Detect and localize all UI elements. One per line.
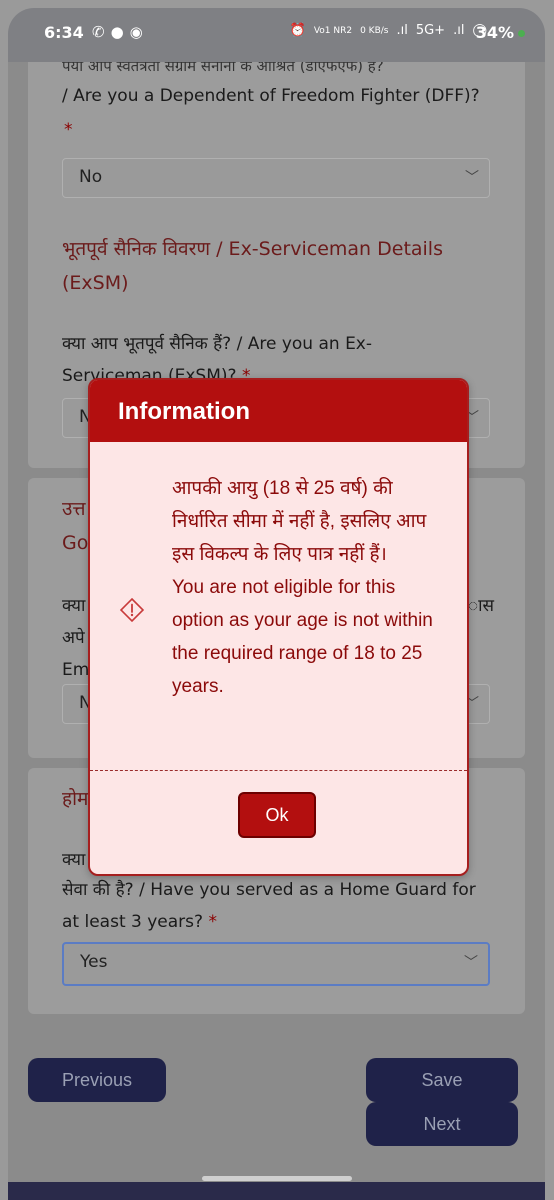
whatsapp-icon: ✆ — [92, 23, 111, 41]
exsm-question-line1: क्या आप भूतपूर्व सैनिक हैं? / Are you an… — [62, 334, 373, 354]
gov-title-line2: Go — [62, 532, 89, 554]
home-guard-question-line3: at least 3 years? * — [62, 912, 217, 932]
status-bar: 6:34 ✆●◉ ⏰ Vo1 NR2 0 KB/s .ıl 5G+ .ıl ◯ … — [8, 8, 545, 62]
gesture-home-bar[interactable] — [202, 1176, 352, 1181]
next-button[interactable]: Next — [366, 1102, 518, 1146]
chat-icon: ● — [110, 23, 130, 41]
modal-message: आपकी आयु (18 से 25 वर्ष) की निर्धारित सी… — [172, 472, 452, 703]
battery-dot-icon — [518, 30, 525, 37]
status-time: 6:34 — [44, 23, 84, 42]
modal-message-hindi: आपकी आयु (18 से 25 वर्ष) की निर्धारित सी… — [172, 478, 427, 565]
home-guard-selected-value: Yes — [80, 952, 108, 972]
modal-title: Information — [118, 398, 250, 425]
dff-question: / Are you a Dependent of Freedom Fighter… — [62, 86, 480, 106]
notification-icons: ✆●◉ — [92, 23, 149, 41]
exsm-title-line1: भूतपूर्व सैनिक विवरण / Ex-Serviceman Det… — [62, 238, 443, 260]
home-guard-title: होम — [62, 788, 89, 810]
system-indicators: ⏰ Vo1 NR2 0 KB/s .ıl 5G+ .ıl ◯ — [290, 23, 487, 38]
app-icon: ◉ — [129, 23, 149, 41]
gov-question-line1-right: ास — [468, 596, 494, 616]
home-guard-question-line2: सेवा की है? / Have you served as a Home … — [62, 880, 476, 900]
dff-required-mark: * — [64, 120, 73, 140]
modal-message-english: You are not eligible for this option as … — [172, 577, 433, 697]
ok-button[interactable]: Ok — [238, 792, 316, 838]
alarm-icon: ⏰ — [289, 23, 306, 38]
bottom-strip — [8, 1182, 545, 1200]
gov-question-line2: अपे — [62, 628, 85, 648]
home-guard-question-line1: क्या — [62, 850, 86, 870]
battery-level: 34% — [476, 23, 525, 42]
network-type: 5G+ — [415, 23, 446, 38]
information-modal: Information आपकी आयु (18 से 25 वर्ष) की … — [88, 378, 469, 876]
modal-divider — [90, 770, 467, 771]
modal-header: Information — [90, 380, 467, 442]
signal-icon-2: .ıl — [453, 23, 465, 38]
chevron-down-icon: ﹀ — [464, 955, 478, 971]
previous-button[interactable]: Previous — [28, 1058, 166, 1102]
gov-question-line3: Em — [62, 660, 90, 680]
dff-selected-value: No — [79, 167, 103, 187]
signal-icon-1: .ıl — [396, 23, 408, 38]
save-button[interactable]: Save — [366, 1058, 518, 1102]
warning-diamond-icon — [120, 598, 144, 622]
volte-indicator: Vo1 NR2 — [313, 25, 353, 36]
chevron-down-icon: ﹀ — [465, 170, 479, 186]
network-speed: 0 KB/s — [360, 25, 389, 36]
dff-question-top: पया आप स्वतंत्रता संग्राम सेनानी के आश्र… — [62, 62, 384, 75]
dff-select[interactable]: No ﹀ — [62, 158, 490, 198]
exsm-title-line2: (ExSM) — [62, 272, 129, 294]
gov-title-line1: उत्त — [62, 498, 86, 520]
gov-question-line1: क्या — [62, 596, 86, 616]
home-guard-select[interactable]: Yes ﹀ — [62, 942, 490, 986]
